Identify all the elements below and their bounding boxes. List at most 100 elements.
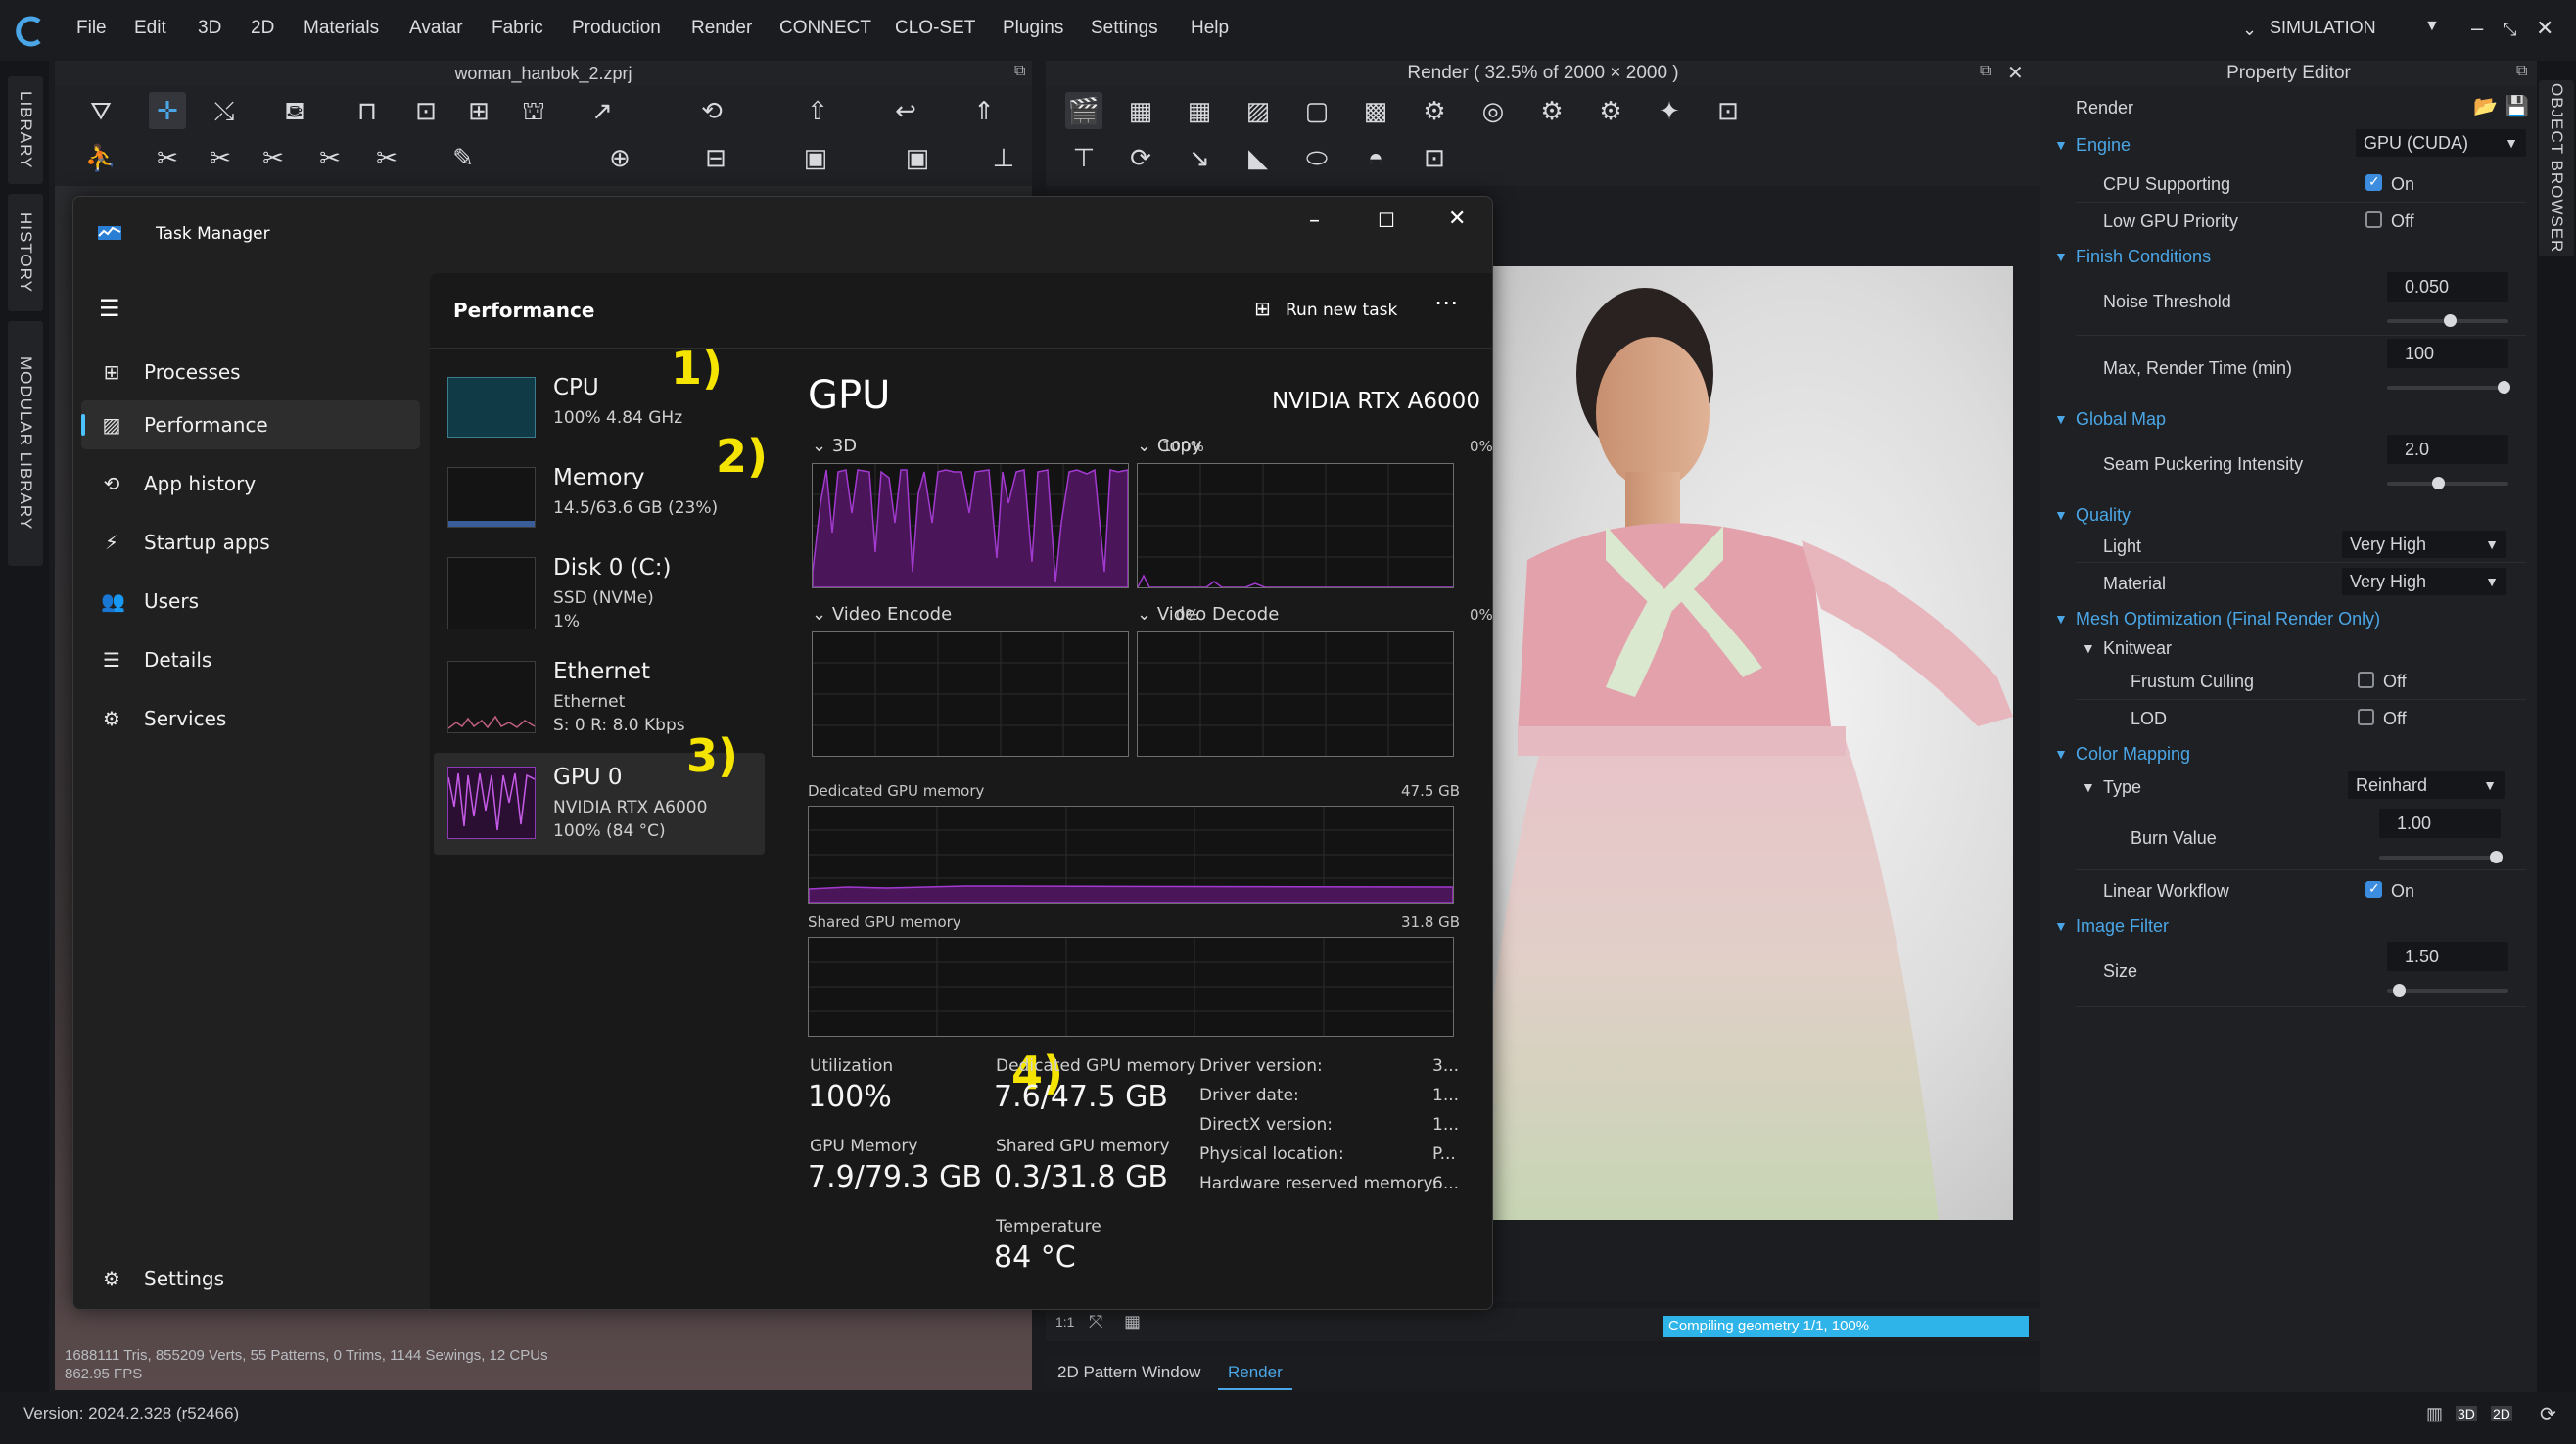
finish-collapse-icon[interactable]: ▼ — [2054, 249, 2068, 264]
render-picture-icon[interactable]: ▩ — [1357, 92, 1394, 129]
fold-tool-icon[interactable]: ⊡ — [407, 92, 445, 129]
hardware-icon[interactable]: ▣ — [797, 139, 834, 176]
render-sequence-icon[interactable]: ▦ — [1181, 92, 1218, 129]
nav-details[interactable]: ☰ Details — [81, 635, 420, 684]
run-task-icon[interactable]: ⊞ — [1254, 297, 1271, 320]
tab-object-browser[interactable]: OBJECT BROWSER — [2539, 80, 2574, 256]
refresh-icon[interactable]: ⟳ — [2540, 1402, 2556, 1426]
linear-workflow-checkbox[interactable]: ✓ — [2365, 880, 2382, 898]
tab-library[interactable]: LIBRARY — [8, 76, 43, 184]
render-close-icon[interactable]: ✕ — [2007, 61, 2024, 85]
burn-value-input[interactable]: 1.00 — [2379, 809, 2501, 838]
graph-video-decode-label[interactable]: ⌄ Video Decode — [1137, 604, 1279, 625]
garment-fit-icon[interactable]: ⛾ — [276, 92, 313, 129]
slider-knob[interactable] — [2498, 381, 2511, 394]
minimize-icon[interactable]: – — [2471, 16, 2483, 41]
render-camera-icon[interactable]: ▢ — [1298, 92, 1335, 129]
folder-open-icon[interactable]: 📂 — [2473, 94, 2498, 118]
seam-puckering-slider[interactable] — [2387, 477, 2508, 489]
more-options-icon[interactable]: ⋯ — [1434, 289, 1459, 316]
noise-threshold-input[interactable]: 0.050 — [2387, 272, 2508, 302]
render-settings-icon[interactable]: ⚙ — [1416, 92, 1453, 129]
render-detach-icon[interactable]: ⧉ — [1980, 63, 1991, 80]
trim-icon[interactable]: ⇧ — [799, 92, 836, 129]
engine-collapse-icon[interactable]: ▼ — [2054, 137, 2068, 153]
nav-performance[interactable]: ▨ Performance — [81, 400, 420, 449]
mode-selector[interactable]: SIMULATION — [2270, 18, 2376, 38]
nav-settings[interactable]: ⚙ Settings — [81, 1254, 420, 1303]
texture-edit-icon[interactable]: ⟲ — [693, 92, 730, 129]
graph-video-encode-label[interactable]: ⌄ Video Encode — [812, 604, 952, 625]
menu-3d[interactable]: 3D — [198, 18, 221, 39]
layout-split-icon[interactable]: ▥ — [2426, 1404, 2443, 1424]
render-snapshot-icon[interactable]: ⊡ — [1710, 92, 1747, 129]
render-spot-icon[interactable]: ◣ — [1240, 139, 1277, 176]
run-new-task-button[interactable]: Run new task — [1286, 301, 1397, 320]
tab-modular-library[interactable]: MODULAR LIBRARY — [8, 321, 43, 566]
save-icon[interactable]: 💾 — [2505, 94, 2529, 118]
slider-knob[interactable] — [2490, 851, 2504, 863]
tape-avatar-icon[interactable]: ✂ — [368, 139, 405, 176]
view-2d-icon[interactable]: 2D — [2491, 1406, 2512, 1421]
restore-icon[interactable]: ⤡ — [2503, 20, 2516, 40]
stitch-icon[interactable]: ↩ — [887, 92, 924, 129]
slider-knob[interactable] — [2444, 314, 2458, 327]
strap-icon[interactable]: ⊥ — [985, 139, 1022, 176]
hamburger-menu-icon[interactable]: ☰ — [99, 295, 120, 322]
menu-production[interactable]: Production — [572, 18, 661, 39]
render-dome-icon[interactable]: ◓ — [1357, 139, 1394, 176]
button-tool-icon[interactable]: ⇑ — [965, 92, 1003, 129]
tab-2d-pattern-window[interactable]: 2D Pattern Window — [1057, 1363, 1200, 1382]
menu-file[interactable]: File — [76, 18, 107, 39]
mesh-collapse-icon[interactable]: ▼ — [2054, 611, 2068, 627]
nav-startup-apps[interactable]: ⚡ Startup apps — [81, 518, 420, 567]
avatar-tool-icon[interactable]: ⛫ — [515, 92, 552, 129]
pin-tool-icon[interactable]: ⊓ — [349, 92, 386, 129]
tack-pattern-icon[interactable]: ✂ — [255, 139, 292, 176]
menu-connect[interactable]: CONNECT — [779, 18, 871, 39]
menu-help[interactable]: Help — [1191, 18, 1229, 39]
noise-threshold-slider[interactable] — [2387, 314, 2508, 327]
render-wand-icon[interactable]: ✦ — [1651, 92, 1688, 129]
fold-arrange-icon[interactable]: ⊞ — [460, 92, 497, 129]
render-ground-icon[interactable]: ⊤ — [1065, 139, 1102, 176]
nav-services[interactable]: ⚙ Services — [81, 694, 420, 743]
prop-detach-icon[interactable]: ⧉ — [2516, 63, 2527, 80]
quality-collapse-icon[interactable]: ▼ — [2054, 507, 2068, 523]
actual-size-icon[interactable]: 1:1 — [1055, 1314, 1074, 1329]
pin-add-icon[interactable]: ⊕ — [601, 139, 638, 176]
render-plane-icon[interactable]: ⬭ — [1298, 139, 1335, 176]
view-3d-icon[interactable]: 3D — [2456, 1406, 2477, 1421]
tack-on-avatar-icon[interactable]: ✂ — [202, 139, 239, 176]
tab-render[interactable]: Render — [1218, 1363, 1292, 1390]
brush-icon[interactable]: ✎ — [445, 139, 482, 176]
transform-icon[interactable]: ⤯ — [206, 92, 243, 129]
mode-dropdown-icon[interactable]: ▼ — [2424, 18, 2440, 35]
render-rotate-icon[interactable]: ⟳ — [1122, 139, 1159, 176]
tab-history[interactable]: HISTORY — [8, 194, 43, 311]
tm-close-icon[interactable]: ✕ — [1448, 207, 1466, 231]
3d-window-detach-icon[interactable]: ⧉ — [1014, 63, 1025, 80]
frustum-culling-checkbox[interactable] — [2358, 672, 2374, 688]
size-slider[interactable] — [2387, 984, 2508, 997]
render-image-icon[interactable]: ▨ — [1240, 92, 1277, 129]
grid-icon[interactable]: ▦ — [1124, 1312, 1141, 1332]
menu-2d[interactable]: 2D — [251, 18, 274, 39]
render-lens-icon[interactable]: ◎ — [1475, 92, 1512, 129]
measure-icon[interactable]: ↗ — [584, 92, 621, 129]
nav-app-history[interactable]: ⟲ App history — [81, 459, 420, 508]
menu-settings[interactable]: Settings — [1091, 18, 1158, 39]
menu-materials[interactable]: Materials — [304, 18, 379, 39]
max-render-time-input[interactable]: 100 — [2387, 339, 2508, 368]
slider-knob[interactable] — [2432, 477, 2446, 489]
tape-icon[interactable]: ✂ — [311, 139, 349, 176]
menu-plugins[interactable]: Plugins — [1003, 18, 1063, 39]
pose-icon[interactable]: ⛹ — [82, 139, 119, 176]
size-input[interactable]: 1.50 — [2387, 942, 2508, 971]
graph-3d-label[interactable]: ⌄ 3D — [812, 436, 857, 456]
burn-value-slider[interactable] — [2379, 851, 2504, 863]
zipper-icon[interactable]: ⊟ — [697, 139, 734, 176]
light-dropdown[interactable]: Very High ▼ — [2342, 531, 2506, 558]
menu-render[interactable]: Render — [691, 18, 752, 39]
global-map-collapse-icon[interactable]: ▼ — [2054, 411, 2068, 427]
